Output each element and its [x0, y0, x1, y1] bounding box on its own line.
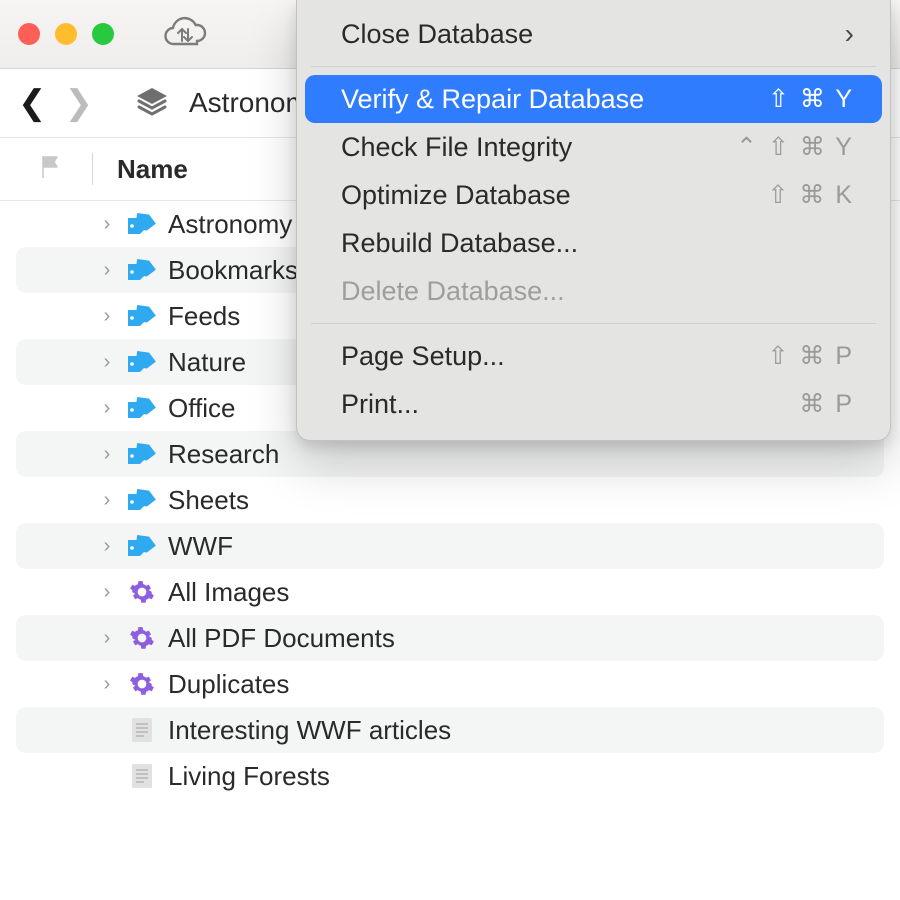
- list-item[interactable]: Living Forests: [0, 753, 900, 799]
- tag-icon: [126, 534, 158, 558]
- list-item-label: Nature: [168, 347, 246, 378]
- file-menu: Close Database › Verify & Repair Database ⇧…: [296, 0, 891, 441]
- list-item[interactable]: › WWF: [16, 523, 884, 569]
- list-item[interactable]: › All Images: [0, 569, 900, 615]
- sync-icon[interactable]: [161, 15, 207, 54]
- name-column-header[interactable]: Name: [117, 154, 188, 185]
- menu-item-label: Page Setup...: [341, 341, 505, 372]
- document-icon: [126, 762, 158, 790]
- list-item-label: Research: [168, 439, 279, 470]
- list-item[interactable]: › Duplicates: [0, 661, 900, 707]
- menu-item-label: Close Database: [341, 19, 533, 50]
- window-minimize-button[interactable]: [55, 23, 77, 45]
- nav-forward-button[interactable]: ❯: [65, 86, 94, 120]
- submenu-chevron-icon: ›: [845, 18, 854, 50]
- menu-item: Delete Database...: [305, 267, 882, 315]
- list-item[interactable]: Interesting WWF articles: [16, 707, 884, 753]
- menu-item-shortcut: ⇧ ⌘ P: [767, 341, 854, 371]
- menu-item[interactable]: Print... ⌘ P: [305, 380, 882, 428]
- disclosure-triangle[interactable]: ›: [98, 397, 116, 420]
- column-divider: [92, 153, 93, 185]
- list-item[interactable]: › All PDF Documents: [16, 615, 884, 661]
- list-item-label: Feeds: [168, 301, 240, 332]
- nav-back-button[interactable]: ❮: [18, 86, 47, 120]
- disclosure-triangle[interactable]: ›: [98, 535, 116, 558]
- smart-group-icon: [126, 625, 158, 651]
- tag-icon: [126, 488, 158, 512]
- menu-item-shortcut: ⇧ ⌘ Y: [768, 84, 854, 114]
- database-icon: [133, 86, 171, 121]
- list-item-label: All PDF Documents: [168, 623, 395, 654]
- tag-icon: [126, 258, 158, 282]
- tag-icon: [126, 304, 158, 328]
- disclosure-triangle[interactable]: ›: [98, 581, 116, 604]
- menu-item-label: Delete Database...: [341, 276, 565, 307]
- disclosure-triangle[interactable]: ›: [98, 443, 116, 466]
- breadcrumb-label[interactable]: Astronom: [189, 87, 309, 119]
- tag-icon: [126, 442, 158, 466]
- menu-separator: [311, 323, 876, 324]
- menu-item-label: Optimize Database: [341, 180, 571, 211]
- smart-group-icon: [126, 579, 158, 605]
- menu-item[interactable]: Optimize Database ⇧ ⌘ K: [305, 171, 882, 219]
- flag-column-icon[interactable]: [40, 154, 62, 185]
- disclosure-triangle[interactable]: ›: [98, 489, 116, 512]
- disclosure-triangle[interactable]: ›: [98, 351, 116, 374]
- tag-icon: [126, 212, 158, 236]
- menu-separator: [311, 66, 876, 67]
- list-item-label: Duplicates: [168, 669, 289, 700]
- disclosure-triangle[interactable]: ›: [98, 673, 116, 696]
- menu-item-label: Rebuild Database...: [341, 228, 578, 259]
- list-item-label: WWF: [168, 531, 233, 562]
- menu-item[interactable]: Verify & Repair Database ⇧ ⌘ Y: [305, 75, 882, 123]
- list-item-label: Living Forests: [168, 761, 330, 792]
- menu-item[interactable]: Rebuild Database...: [305, 219, 882, 267]
- disclosure-triangle[interactable]: ›: [98, 259, 116, 282]
- window-close-button[interactable]: [18, 23, 40, 45]
- list-item-label: Astronomy: [168, 209, 292, 240]
- disclosure-triangle[interactable]: ›: [98, 305, 116, 328]
- menu-item[interactable]: Check File Integrity ⌃ ⇧ ⌘ Y: [305, 123, 882, 171]
- menu-item-label: Check File Integrity: [341, 132, 572, 163]
- window-zoom-button[interactable]: [92, 23, 114, 45]
- document-icon: [126, 716, 158, 744]
- list-item-label: Bookmarks: [168, 255, 298, 286]
- list-item-label: Office: [168, 393, 235, 424]
- disclosure-triangle[interactable]: ›: [98, 213, 116, 236]
- tag-icon: [126, 396, 158, 420]
- menu-item-label: Verify & Repair Database: [341, 84, 644, 115]
- disclosure-triangle[interactable]: ›: [98, 627, 116, 650]
- list-item-label: Sheets: [168, 485, 249, 516]
- menu-item[interactable]: Close Database ›: [305, 10, 882, 58]
- menu-item-label: Print...: [341, 389, 419, 420]
- list-item-label: Interesting WWF articles: [168, 715, 451, 746]
- smart-group-icon: [126, 671, 158, 697]
- menu-item[interactable]: Page Setup... ⇧ ⌘ P: [305, 332, 882, 380]
- menu-item-shortcut: ⇧ ⌘ K: [767, 180, 854, 210]
- menu-item-shortcut: ⌃ ⇧ ⌘ Y: [736, 132, 854, 162]
- tag-icon: [126, 350, 158, 374]
- menu-item-shortcut: ⌘ P: [799, 389, 854, 419]
- list-item-label: All Images: [168, 577, 289, 608]
- list-item[interactable]: › Sheets: [0, 477, 900, 523]
